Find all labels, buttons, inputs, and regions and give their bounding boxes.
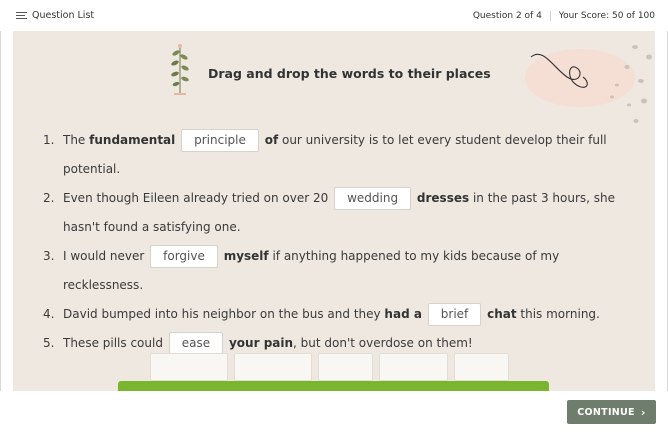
word-slot[interactable]: [454, 353, 509, 381]
top-bar: Question List Question 2 of 4 Your Score…: [0, 0, 668, 31]
word-slot[interactable]: [150, 353, 228, 381]
word-chip-forgive[interactable]: forgive: [150, 245, 218, 268]
word-chip-ease[interactable]: ease: [168, 332, 224, 355]
question-item-4: 4. David bumped into his neighbor on the…: [43, 300, 643, 329]
continue-label: CONTINUE: [577, 406, 635, 418]
question-item-2: 2. Even though Eileen already tried on o…: [43, 184, 643, 242]
question-text: David bumped into his neighbor on the bu…: [63, 300, 643, 329]
question-number: 4.: [43, 307, 55, 321]
question-text: Even though Eileen already tried on over…: [63, 184, 643, 242]
word-slot[interactable]: [234, 353, 312, 381]
question-list-label: Question List: [32, 10, 95, 21]
question-list-button[interactable]: Question List: [16, 10, 94, 21]
word-bank: [150, 353, 515, 381]
question-number: 1.: [43, 133, 55, 147]
question-text: The fundamental principle of our univers…: [63, 126, 643, 184]
word-chip-wedding[interactable]: wedding: [334, 187, 412, 210]
question-list: 1. The fundamental principle of our univ…: [43, 126, 643, 358]
chevron-right-icon: ›: [640, 405, 646, 419]
feedback-bar: [118, 381, 549, 391]
question-number: 3.: [43, 249, 55, 263]
score-label: Your Score: 50 of 100: [558, 11, 655, 21]
word-slot[interactable]: [318, 353, 373, 381]
list-icon: [16, 11, 27, 20]
question-text: I would never forgive myself if anything…: [63, 242, 643, 300]
question-item-3: 3. I would never forgive myself if anyth…: [43, 242, 643, 300]
word-chip-brief[interactable]: brief: [427, 303, 482, 326]
progress-info: Question 2 of 4 Your Score: 50 of 100: [473, 11, 655, 21]
question-number: 5.: [43, 336, 55, 350]
word-chip-principle[interactable]: principle: [181, 129, 259, 152]
word-slot[interactable]: [379, 353, 448, 381]
plant-icon: [171, 44, 189, 95]
divider: [549, 11, 551, 21]
question-number: 2.: [43, 191, 55, 205]
question-item-1: 1. The fundamental principle of our univ…: [43, 126, 643, 184]
question-panel: Drag and drop the words to their places …: [13, 31, 655, 391]
instruction-title: Drag and drop the words to their places: [208, 66, 491, 81]
continue-button[interactable]: CONTINUE ›: [567, 400, 656, 424]
question-progress: Question 2 of 4: [472, 11, 542, 21]
